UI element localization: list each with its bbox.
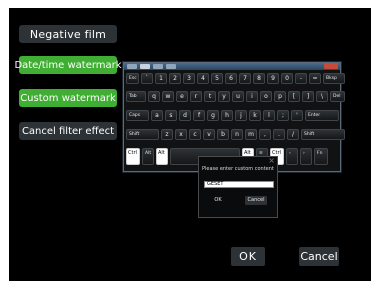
key[interactable]: Shift: [301, 129, 345, 140]
key[interactable]: 7: [239, 73, 251, 84]
key[interactable]: n: [231, 129, 243, 140]
key[interactable]: Del: [330, 91, 345, 102]
key[interactable]: y: [218, 91, 230, 102]
key[interactable]: o: [260, 91, 272, 102]
keyboard-titlebar: [124, 63, 340, 70]
key[interactable]: Caps: [126, 110, 149, 121]
key[interactable]: ': [291, 110, 303, 121]
key[interactable]: c: [189, 129, 201, 140]
custom-content-dialog: × Please enter custom content GESET OK C…: [198, 156, 278, 218]
key[interactable]: `: [141, 73, 153, 84]
keyboard-mode-icon[interactable]: [140, 64, 150, 69]
key[interactable]: ‹: [286, 148, 298, 165]
key[interactable]: .: [273, 129, 285, 140]
key[interactable]: 0: [281, 73, 293, 84]
key[interactable]: p: [274, 91, 286, 102]
dialog-close-icon[interactable]: ×: [268, 156, 275, 165]
key[interactable]: Tab: [126, 91, 146, 102]
keyboard-menu-icon[interactable]: [127, 64, 137, 69]
key[interactable]: m: [245, 129, 257, 140]
key[interactable]: b: [217, 129, 229, 140]
key[interactable]: k: [249, 110, 261, 121]
screen: Negative film Date/time watermark Custom…: [9, 8, 371, 281]
key[interactable]: h: [221, 110, 233, 121]
key[interactable]: z: [161, 129, 173, 140]
key[interactable]: Esc: [126, 73, 139, 84]
key[interactable]: -: [295, 73, 307, 84]
key[interactable]: 6: [225, 73, 237, 84]
key[interactable]: t: [204, 91, 216, 102]
cancel-filter-button[interactable]: Cancel filter effect: [19, 122, 117, 140]
key[interactable]: /: [287, 129, 299, 140]
key[interactable]: Shift: [126, 129, 159, 140]
key[interactable]: 4: [197, 73, 209, 84]
key[interactable]: 1: [155, 73, 167, 84]
key[interactable]: v: [203, 129, 215, 140]
dialog-ok-button[interactable]: OK: [207, 196, 229, 205]
keyboard-layout-icon[interactable]: [153, 64, 163, 69]
key[interactable]: Fn: [314, 148, 328, 165]
custom-content-input[interactable]: GESET: [204, 181, 274, 188]
ok-button[interactable]: OK: [231, 247, 265, 266]
key[interactable]: e: [176, 91, 188, 102]
key[interactable]: 2: [169, 73, 181, 84]
key[interactable]: Ctrl: [126, 148, 140, 165]
key[interactable]: ›: [300, 148, 312, 165]
key[interactable]: 5: [211, 73, 223, 84]
key[interactable]: Alt: [156, 148, 168, 165]
key[interactable]: f: [193, 110, 205, 121]
key[interactable]: r: [190, 91, 202, 102]
dialog-prompt: Please enter custom content: [202, 166, 274, 172]
keyboard-close-icon[interactable]: [324, 63, 338, 69]
datetime-watermark-button[interactable]: Date/time watermark: [14, 56, 122, 74]
key[interactable]: q: [148, 91, 160, 102]
key[interactable]: 3: [183, 73, 195, 84]
key[interactable]: ,: [259, 129, 271, 140]
key[interactable]: s: [165, 110, 177, 121]
key[interactable]: i: [246, 91, 258, 102]
key[interactable]: Alt: [142, 148, 154, 165]
key[interactable]: Enter: [305, 110, 339, 121]
key[interactable]: u: [232, 91, 244, 102]
cancel-button[interactable]: Cancel: [299, 247, 339, 266]
key[interactable]: 9: [267, 73, 279, 84]
key[interactable]: g: [207, 110, 219, 121]
key[interactable]: a: [151, 110, 163, 121]
key[interactable]: Bksp: [323, 73, 345, 84]
key[interactable]: x: [175, 129, 187, 140]
key[interactable]: ]: [302, 91, 314, 102]
custom-watermark-button[interactable]: Custom watermark: [19, 89, 117, 107]
key[interactable]: w: [162, 91, 174, 102]
key[interactable]: =: [309, 73, 321, 84]
negative-film-button[interactable]: Negative film: [19, 25, 117, 43]
dialog-cancel-button[interactable]: Cancel: [245, 196, 267, 205]
key[interactable]: 8: [253, 73, 265, 84]
key[interactable]: d: [179, 110, 191, 121]
key[interactable]: ;: [277, 110, 289, 121]
key[interactable]: [: [288, 91, 300, 102]
key[interactable]: l: [263, 110, 275, 121]
key[interactable]: j: [235, 110, 247, 121]
key[interactable]: \: [316, 91, 328, 102]
keyboard-settings-icon[interactable]: [166, 64, 176, 69]
